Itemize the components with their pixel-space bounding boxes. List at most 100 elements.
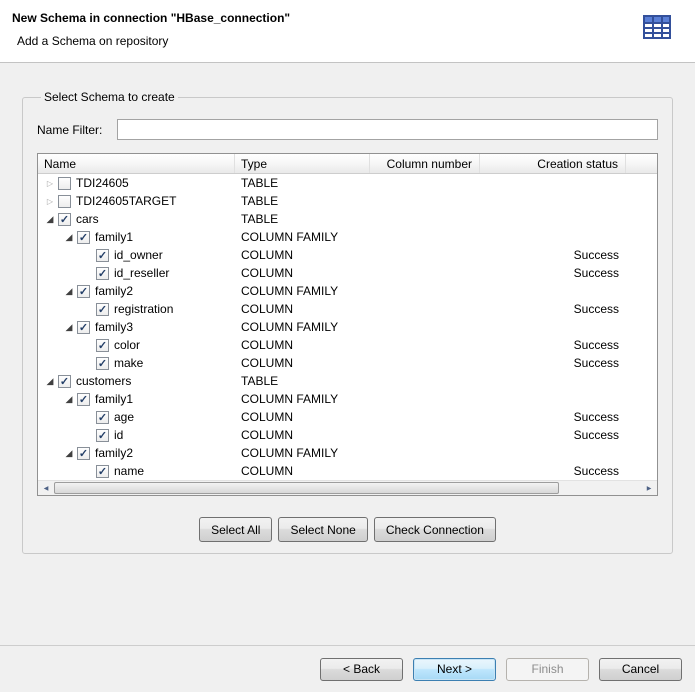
- row-creation-status: Success: [480, 462, 626, 480]
- row-type: COLUMN: [235, 336, 370, 354]
- table-row[interactable]: ◢✓ family1 COLUMN FAMILY: [38, 228, 657, 246]
- row-column-number: [370, 336, 480, 354]
- table-row[interactable]: ◢✓family3COLUMN FAMILY: [38, 318, 657, 336]
- collapse-toggle-icon[interactable]: ◢: [61, 448, 77, 459]
- row-type: COLUMN: [235, 462, 370, 480]
- row-checkbox[interactable]: ✓: [77, 231, 90, 244]
- column-header-column-number[interactable]: Column number: [370, 154, 480, 173]
- collapse-toggle-icon[interactable]: ◢: [61, 286, 77, 297]
- row-checkbox[interactable]: ✓: [77, 393, 90, 406]
- row-checkbox[interactable]: ✓: [96, 357, 109, 370]
- back-button[interactable]: < Back: [320, 658, 403, 681]
- table-row[interactable]: ✓idCOLUMNSuccess: [38, 426, 657, 444]
- table-row[interactable]: ◢✓family2COLUMN FAMILY: [38, 444, 657, 462]
- row-checkbox[interactable]: ✓: [96, 465, 109, 478]
- row-name-cell: ✓age: [38, 408, 235, 426]
- table-row[interactable]: ✓colorCOLUMNSuccess: [38, 336, 657, 354]
- row-checkbox[interactable]: ✓: [96, 429, 109, 442]
- row-checkbox[interactable]: [58, 177, 71, 190]
- row-checkbox[interactable]: ✓: [96, 267, 109, 280]
- column-header-name[interactable]: Name: [38, 154, 235, 173]
- column-header-creation-status[interactable]: Creation status: [480, 154, 626, 173]
- row-creation-status: [480, 318, 626, 336]
- row-name-cell: ✓ id_owner: [38, 246, 235, 264]
- table-row[interactable]: ◢✓family2COLUMN FAMILY: [38, 282, 657, 300]
- wizard-content: Select Schema to create Name Filter: Nam…: [0, 63, 695, 645]
- collapse-toggle-icon[interactable]: ◢: [61, 232, 77, 243]
- scrollbar-track[interactable]: [559, 481, 641, 495]
- next-button[interactable]: Next >: [413, 658, 496, 681]
- scroll-left-arrow-icon[interactable]: ◀: [38, 481, 54, 495]
- row-filler: [626, 408, 657, 426]
- row-name-label: TDI24605: [76, 176, 129, 190]
- table-row[interactable]: ✓registrationCOLUMNSuccess: [38, 300, 657, 318]
- name-filter-input[interactable]: [117, 119, 658, 140]
- row-checkbox[interactable]: ✓: [77, 321, 90, 334]
- row-filler: [626, 444, 657, 462]
- column-header-type[interactable]: Type: [235, 154, 370, 173]
- collapse-toggle-icon[interactable]: ◢: [61, 322, 77, 333]
- row-column-number: [370, 426, 480, 444]
- row-checkbox[interactable]: ✓: [77, 447, 90, 460]
- table-row[interactable]: ✓id_ownerCOLUMNSuccess: [38, 246, 657, 264]
- row-checkbox[interactable]: ✓: [96, 411, 109, 424]
- row-checkbox[interactable]: ✓: [96, 303, 109, 316]
- row-checkbox[interactable]: [58, 195, 71, 208]
- horizontal-scrollbar[interactable]: ◀ ▶: [38, 480, 657, 495]
- row-name-label: family2: [95, 284, 133, 298]
- row-creation-status: Success: [480, 300, 626, 318]
- row-type: COLUMN: [235, 246, 370, 264]
- row-name-label: id_owner: [114, 248, 163, 262]
- check-connection-button[interactable]: Check Connection: [374, 517, 496, 542]
- collapse-toggle-icon[interactable]: ◢: [61, 394, 77, 405]
- scrollbar-thumb[interactable]: [54, 482, 559, 494]
- collapse-toggle-icon[interactable]: ◢: [42, 214, 58, 225]
- tree-table-body: ▷TDI24605TABLE▷TDI24605TARGETTABLE◢✓cars…: [38, 174, 657, 480]
- finish-button[interactable]: Finish: [506, 658, 589, 681]
- table-row[interactable]: ✓id_resellerCOLUMNSuccess: [38, 264, 657, 282]
- row-creation-status: [480, 210, 626, 228]
- row-name-cell: ✓id: [38, 426, 235, 444]
- row-type: COLUMN: [235, 408, 370, 426]
- row-name-cell: ✓registration: [38, 300, 235, 318]
- row-name-label: id_reseller: [114, 266, 169, 280]
- row-creation-status: [480, 282, 626, 300]
- row-checkbox[interactable]: ✓: [58, 213, 71, 226]
- row-name-cell: ◢✓family2: [38, 444, 235, 462]
- scroll-right-arrow-icon[interactable]: ▶: [641, 481, 657, 495]
- row-type: TABLE: [235, 372, 370, 390]
- cancel-button[interactable]: Cancel: [599, 658, 682, 681]
- row-type: TABLE: [235, 210, 370, 228]
- row-filler: [626, 210, 657, 228]
- row-column-number: [370, 318, 480, 336]
- row-column-number: [370, 462, 480, 480]
- row-checkbox[interactable]: ✓: [58, 375, 71, 388]
- table-row[interactable]: ◢✓family1COLUMN FAMILY: [38, 390, 657, 408]
- row-checkbox[interactable]: ✓: [96, 339, 109, 352]
- row-creation-status: [480, 444, 626, 462]
- expand-toggle-icon[interactable]: ▷: [42, 179, 58, 188]
- row-name-label: family1: [95, 230, 133, 244]
- expand-toggle-icon[interactable]: ▷: [42, 197, 58, 206]
- row-type: COLUMN: [235, 426, 370, 444]
- row-column-number: [370, 246, 480, 264]
- table-row[interactable]: ◢✓carsTABLE: [38, 210, 657, 228]
- row-checkbox[interactable]: ✓: [96, 249, 109, 262]
- collapse-toggle-icon[interactable]: ◢: [42, 376, 58, 387]
- table-header: Name Type Column number Creation status: [38, 154, 657, 174]
- row-name-label: customers: [76, 374, 131, 388]
- select-all-button[interactable]: Select All: [199, 517, 272, 542]
- row-name-cell: ✓ id_reseller: [38, 264, 235, 282]
- table-row[interactable]: ▷TDI24605TABLE: [38, 174, 657, 192]
- table-row[interactable]: ✓nameCOLUMNSuccess: [38, 462, 657, 480]
- select-none-button[interactable]: Select None: [278, 517, 367, 542]
- group-title: Select Schema to create: [41, 90, 178, 104]
- table-row[interactable]: ✓ageCOLUMNSuccess: [38, 408, 657, 426]
- row-checkbox[interactable]: ✓: [77, 285, 90, 298]
- row-filler: [626, 354, 657, 372]
- row-column-number: [370, 390, 480, 408]
- table-row[interactable]: ◢✓ customers TABLE: [38, 372, 657, 390]
- table-row[interactable]: ▷TDI24605TARGETTABLE: [38, 192, 657, 210]
- table-row[interactable]: ✓makeCOLUMNSuccess: [38, 354, 657, 372]
- row-type: COLUMN FAMILY: [235, 228, 370, 246]
